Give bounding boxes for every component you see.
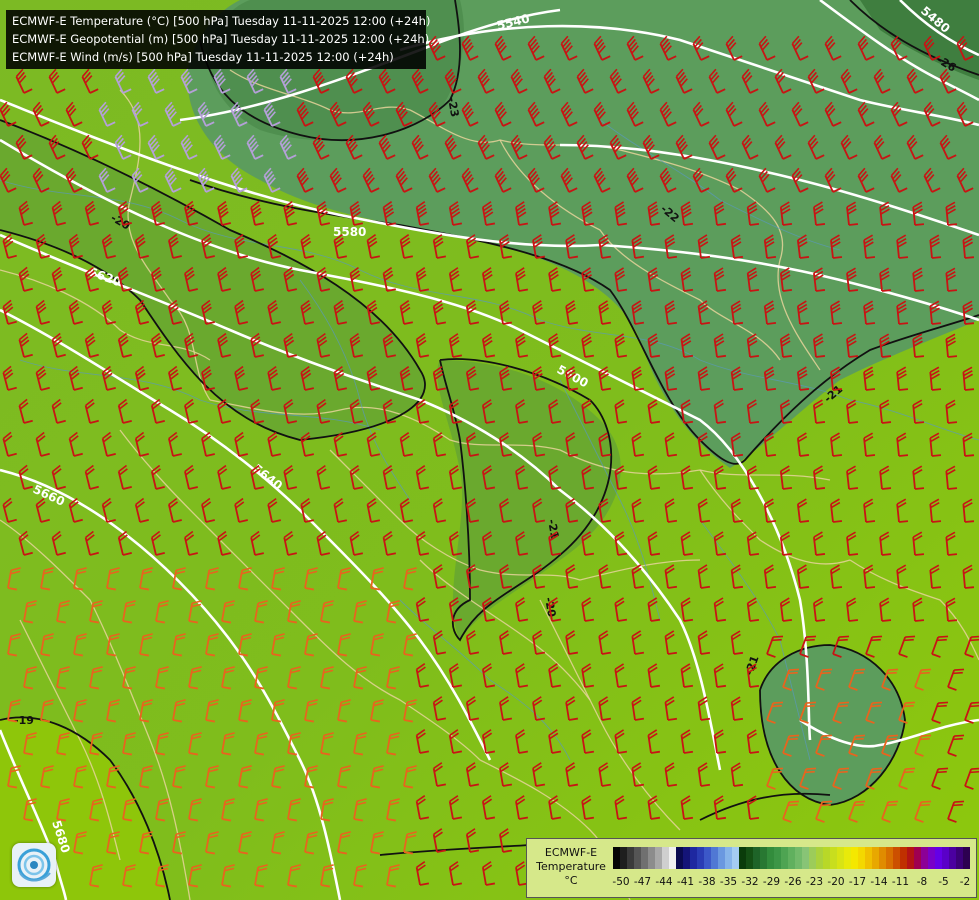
legend-swatch (872, 847, 879, 869)
legend-swatch (711, 847, 718, 869)
legend-swatch (725, 847, 732, 869)
legend-title-line1: ECMWF-E (544, 846, 598, 859)
legend-swatch (620, 847, 627, 869)
legend-tick: -35 (719, 876, 738, 888)
legend-color-bar (613, 847, 970, 869)
legend-swatch (634, 847, 641, 869)
legend-swatch (893, 847, 900, 869)
legend-swatch (676, 847, 683, 869)
legend-swatch (760, 847, 767, 869)
legend-swatch (788, 847, 795, 869)
legend-swatch (956, 847, 963, 869)
temperature-label: -19 (14, 714, 34, 727)
legend-swatch (704, 847, 711, 869)
legend-swatch (662, 847, 669, 869)
legend-tick: -14 (870, 876, 888, 888)
legend-swatch (718, 847, 725, 869)
legend-tick: -17 (848, 876, 867, 888)
legend-swatch (627, 847, 634, 869)
legend-tick: -38 (698, 876, 716, 888)
legend-swatch (942, 847, 949, 869)
legend-swatch (830, 847, 837, 869)
legend-swatch (739, 847, 746, 869)
title-geopotential: ECMWF-E Geopotential (m) [500 hPa] Tuesd… (12, 32, 430, 46)
legend-swatch (802, 847, 809, 869)
legend-swatch (823, 847, 830, 869)
legend-tick: -20 (827, 876, 845, 888)
legend-tick: -44 (655, 876, 673, 888)
legend-tick: -29 (762, 876, 781, 888)
legend-title: ECMWF-E Temperature °C (531, 846, 611, 888)
legend-tick: -50 (612, 876, 630, 888)
legend-swatch (879, 847, 886, 869)
legend-swatch (928, 847, 935, 869)
legend-swatch (746, 847, 753, 869)
legend-swatch (907, 847, 914, 869)
legend-swatch (858, 847, 865, 869)
legend-swatch (641, 847, 648, 869)
legend-unit: °C (564, 874, 578, 887)
legend-tick: -8 (916, 876, 928, 888)
legend-swatch (774, 847, 781, 869)
legend-swatch (648, 847, 655, 869)
legend-tick: -32 (741, 876, 759, 888)
legend-swatch (683, 847, 690, 869)
legend-swatch (753, 847, 760, 869)
legend-swatch (900, 847, 907, 869)
weather-map: 5540 5580 5620 5600 5640 5660 5680 5480 … (0, 0, 979, 900)
legend-swatch (837, 847, 844, 869)
legend-tick: -47 (633, 876, 652, 888)
legend-swatch (690, 847, 697, 869)
legend-swatch (767, 847, 774, 869)
legend-swatch (655, 847, 662, 869)
legend-tick: -26 (784, 876, 802, 888)
legend-swatch (844, 847, 851, 869)
legend-tick: -23 (805, 876, 824, 888)
legend-tick: -41 (676, 876, 695, 888)
legend-swatch (816, 847, 823, 869)
legend-swatch (886, 847, 893, 869)
legend-swatch (921, 847, 928, 869)
legend-swatch (669, 847, 676, 869)
title-temperature: ECMWF-E Temperature (°C) [500 hPa] Tuesd… (12, 14, 431, 28)
legend-swatch (865, 847, 872, 869)
map-title-box: ECMWF-E Temperature (°C) [500 hPa] Tuesd… (6, 10, 431, 69)
legend-swatch (914, 847, 921, 869)
legend-swatch (795, 847, 802, 869)
provider-logo (12, 843, 56, 887)
title-wind: ECMWF-E Wind (m/s) [500 hPa] Tuesday 11-… (12, 50, 394, 64)
legend-swatch (963, 847, 970, 869)
legend-tick: -2 (959, 876, 971, 888)
legend-tick: -5 (938, 876, 949, 888)
legend-swatch (949, 847, 956, 869)
legend-swatch (851, 847, 858, 869)
legend-swatch (935, 847, 942, 869)
legend-swatch (613, 847, 620, 869)
legend-tick-labels: -50 -47 -44 -41 -38 -35 -32 -29 -26 -23 -20 -17 -14-… (612, 876, 973, 890)
map-canvas: 5540 5580 5620 5600 5640 5660 5680 5480 … (0, 0, 979, 900)
legend-swatch (809, 847, 816, 869)
temperature-legend: ECMWF-E Temperature °C -50 -47 -44 -41 -38 -3… (526, 838, 977, 898)
legend-swatch (781, 847, 788, 869)
legend-title-line2: Temperature (536, 860, 606, 873)
legend-swatch (697, 847, 704, 869)
legend-swatch (732, 847, 739, 869)
legend-tick: -11 (891, 876, 910, 888)
swirl-logo-icon (17, 848, 51, 882)
